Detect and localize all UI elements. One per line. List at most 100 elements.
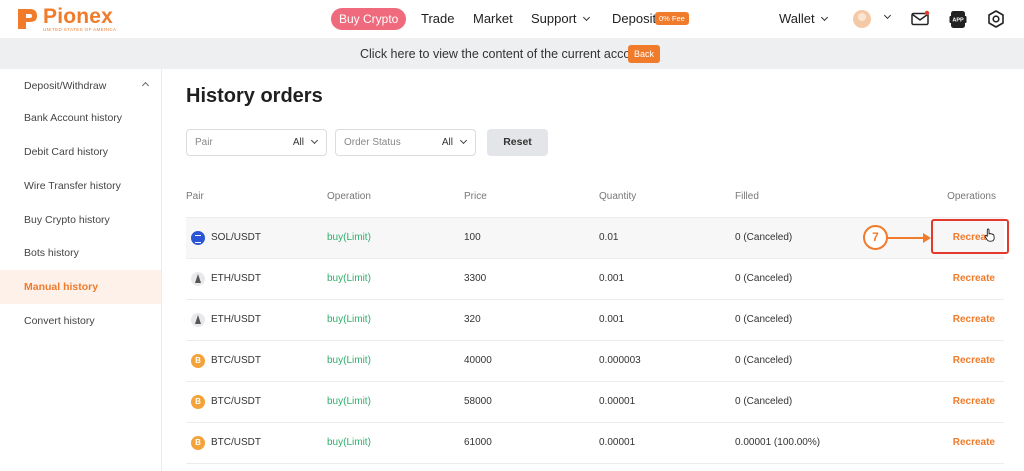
annotation-arrow-head: [923, 233, 931, 243]
sidebar-item-manual-history[interactable]: Manual history: [0, 270, 161, 304]
operation-cell: buy(Limit): [327, 273, 371, 284]
price-cell: 3300: [464, 273, 487, 284]
step-marker: 7: [863, 225, 888, 250]
quantity-cell: 0.01: [599, 232, 619, 243]
price-cell: 100: [464, 232, 481, 243]
nav-deposit[interactable]: Deposit: [612, 11, 656, 27]
price-cell: 61000: [464, 437, 492, 448]
operation-cell: buy(Limit): [327, 232, 371, 243]
deposit-fee-badge: 0% Fee: [655, 12, 689, 25]
top-nav: Pionex UNITED STATES OF AMERICA Buy Cryp…: [0, 0, 1024, 38]
pair-cell: ETH/USDT: [211, 273, 261, 284]
svg-text:APP: APP: [952, 18, 964, 24]
price-cell: 58000: [464, 396, 492, 407]
eth-icon: [191, 272, 205, 286]
avatar-chevron-down-icon[interactable]: [883, 11, 892, 20]
column-header-quantity: Quantity: [599, 191, 637, 202]
pair-cell: ETH/USDT: [211, 314, 261, 325]
nav-wallet[interactable]: Wallet: [779, 11, 828, 27]
pair-select-placeholder: Pair: [195, 137, 213, 148]
column-header-operation: Operation: [327, 191, 371, 202]
logo-name: Pionex: [43, 5, 114, 28]
app-download-icon[interactable]: APP: [948, 9, 968, 29]
sidebar: Deposit/Withdraw Bank Account history De…: [0, 69, 162, 471]
sol-icon: [191, 231, 205, 245]
order-status-select[interactable]: Order Status All: [335, 129, 476, 156]
nav-trade[interactable]: Trade: [421, 11, 454, 27]
avatar[interactable]: [853, 10, 871, 28]
recreate-button[interactable]: Recreate: [953, 437, 995, 449]
buy-crypto-button[interactable]: Buy Crypto: [331, 8, 407, 30]
quantity-cell: 0.000003: [599, 355, 641, 366]
filled-cell: 0 (Canceled): [735, 273, 793, 284]
highlight-box: [931, 219, 1009, 254]
nav-support-label: Support: [531, 11, 577, 26]
operation-cell: buy(Limit): [327, 437, 371, 448]
chevron-down-icon: [459, 136, 468, 145]
quantity-cell: 0.00001: [599, 396, 636, 407]
sidebar-item-bots-history[interactable]: Bots history: [0, 236, 161, 270]
order-status-placeholder: Order Status: [344, 137, 401, 148]
chevron-down-icon: [582, 13, 590, 22]
filled-cell: 0 (Canceled): [735, 355, 793, 366]
pionex-logo[interactable]: Pionex UNITED STATES OF AMERICA: [15, 5, 117, 33]
pair-cell: SOL/USDT: [211, 232, 262, 243]
pair-cell: BTC/USDT: [211, 437, 261, 448]
banner-text[interactable]: Click here to view the content of the cu…: [360, 47, 648, 61]
operation-cell: buy(Limit): [327, 355, 371, 366]
reset-button[interactable]: Reset: [487, 129, 548, 156]
hand-cursor-icon: [984, 228, 995, 242]
quantity-cell: 0.001: [599, 273, 625, 284]
sidebar-item-wire-transfer-history[interactable]: Wire Transfer history: [0, 169, 161, 203]
column-header-operations: Operations: [947, 191, 996, 202]
table-row: ETH/USDT buy(Limit) 320 0.001 0 (Cancele…: [186, 300, 1004, 341]
pionex-logo-icon: [18, 9, 37, 29]
nav-market[interactable]: Market: [473, 11, 513, 27]
filled-cell: 0 (Canceled): [735, 232, 793, 243]
column-header-price: Price: [464, 191, 487, 202]
sidebar-item-deposit-withdraw[interactable]: Deposit/Withdraw: [0, 69, 161, 103]
sidebar-item-bank-account-history[interactable]: Bank Account history: [0, 101, 161, 135]
annotation-arrow-line: [888, 237, 924, 239]
mail-icon[interactable]: [910, 9, 930, 29]
nav-support[interactable]: Support: [531, 11, 590, 27]
sidebar-item-buy-crypto-history[interactable]: Buy Crypto history: [0, 203, 161, 237]
logo-subtitle: UNITED STATES OF AMERICA: [43, 27, 117, 32]
filled-cell: 0 (Canceled): [735, 396, 793, 407]
operation-cell: buy(Limit): [327, 396, 371, 407]
pair-select[interactable]: Pair All: [186, 129, 327, 156]
sidebar-item-debit-card-history[interactable]: Debit Card history: [0, 135, 161, 169]
table-row: ETH/USDT buy(Limit) 3300 0.001 0 (Cancel…: [186, 259, 1004, 300]
order-status-value: All: [441, 137, 453, 148]
price-cell: 40000: [464, 355, 492, 366]
chevron-up-icon: [141, 81, 150, 90]
recreate-button[interactable]: Recreate: [953, 314, 995, 326]
sidebar-item-convert-history[interactable]: Convert history: [0, 304, 161, 338]
nav-wallet-label: Wallet: [779, 11, 815, 26]
filled-cell: 0.00001 (100.00%): [735, 437, 821, 448]
chevron-down-icon: [310, 136, 319, 145]
quantity-cell: 0.001: [599, 314, 625, 325]
table-row: BTC/USDT buy(Limit) 40000 0.000003 0 (Ca…: [186, 341, 1004, 382]
quantity-cell: 0.00001: [599, 437, 636, 448]
btc-icon: [191, 436, 205, 450]
column-header-pair: Pair: [186, 191, 204, 202]
price-cell: 320: [464, 314, 481, 325]
sidebar-item-label: Deposit/Withdraw: [24, 80, 107, 92]
recreate-button[interactable]: Recreate: [953, 396, 995, 408]
chevron-down-icon: [820, 13, 828, 22]
column-header-filled: Filled: [735, 191, 759, 202]
account-banner[interactable]: Click here to view the content of the cu…: [0, 38, 1024, 69]
table-row: BTC/USDT buy(Limit) 61000 0.00001 0.0000…: [186, 423, 1004, 464]
eth-icon: [191, 313, 205, 327]
btc-icon: [191, 354, 205, 368]
recreate-button[interactable]: Recreate: [953, 355, 995, 367]
btc-icon: [191, 395, 205, 409]
operation-cell: buy(Limit): [327, 314, 371, 325]
page-title: History orders: [186, 85, 323, 107]
pair-cell: BTC/USDT: [211, 396, 261, 407]
recreate-button[interactable]: Recreate: [953, 273, 995, 285]
settings-icon[interactable]: [986, 9, 1006, 29]
pair-cell: BTC/USDT: [211, 355, 261, 366]
back-button[interactable]: Back: [628, 45, 661, 63]
